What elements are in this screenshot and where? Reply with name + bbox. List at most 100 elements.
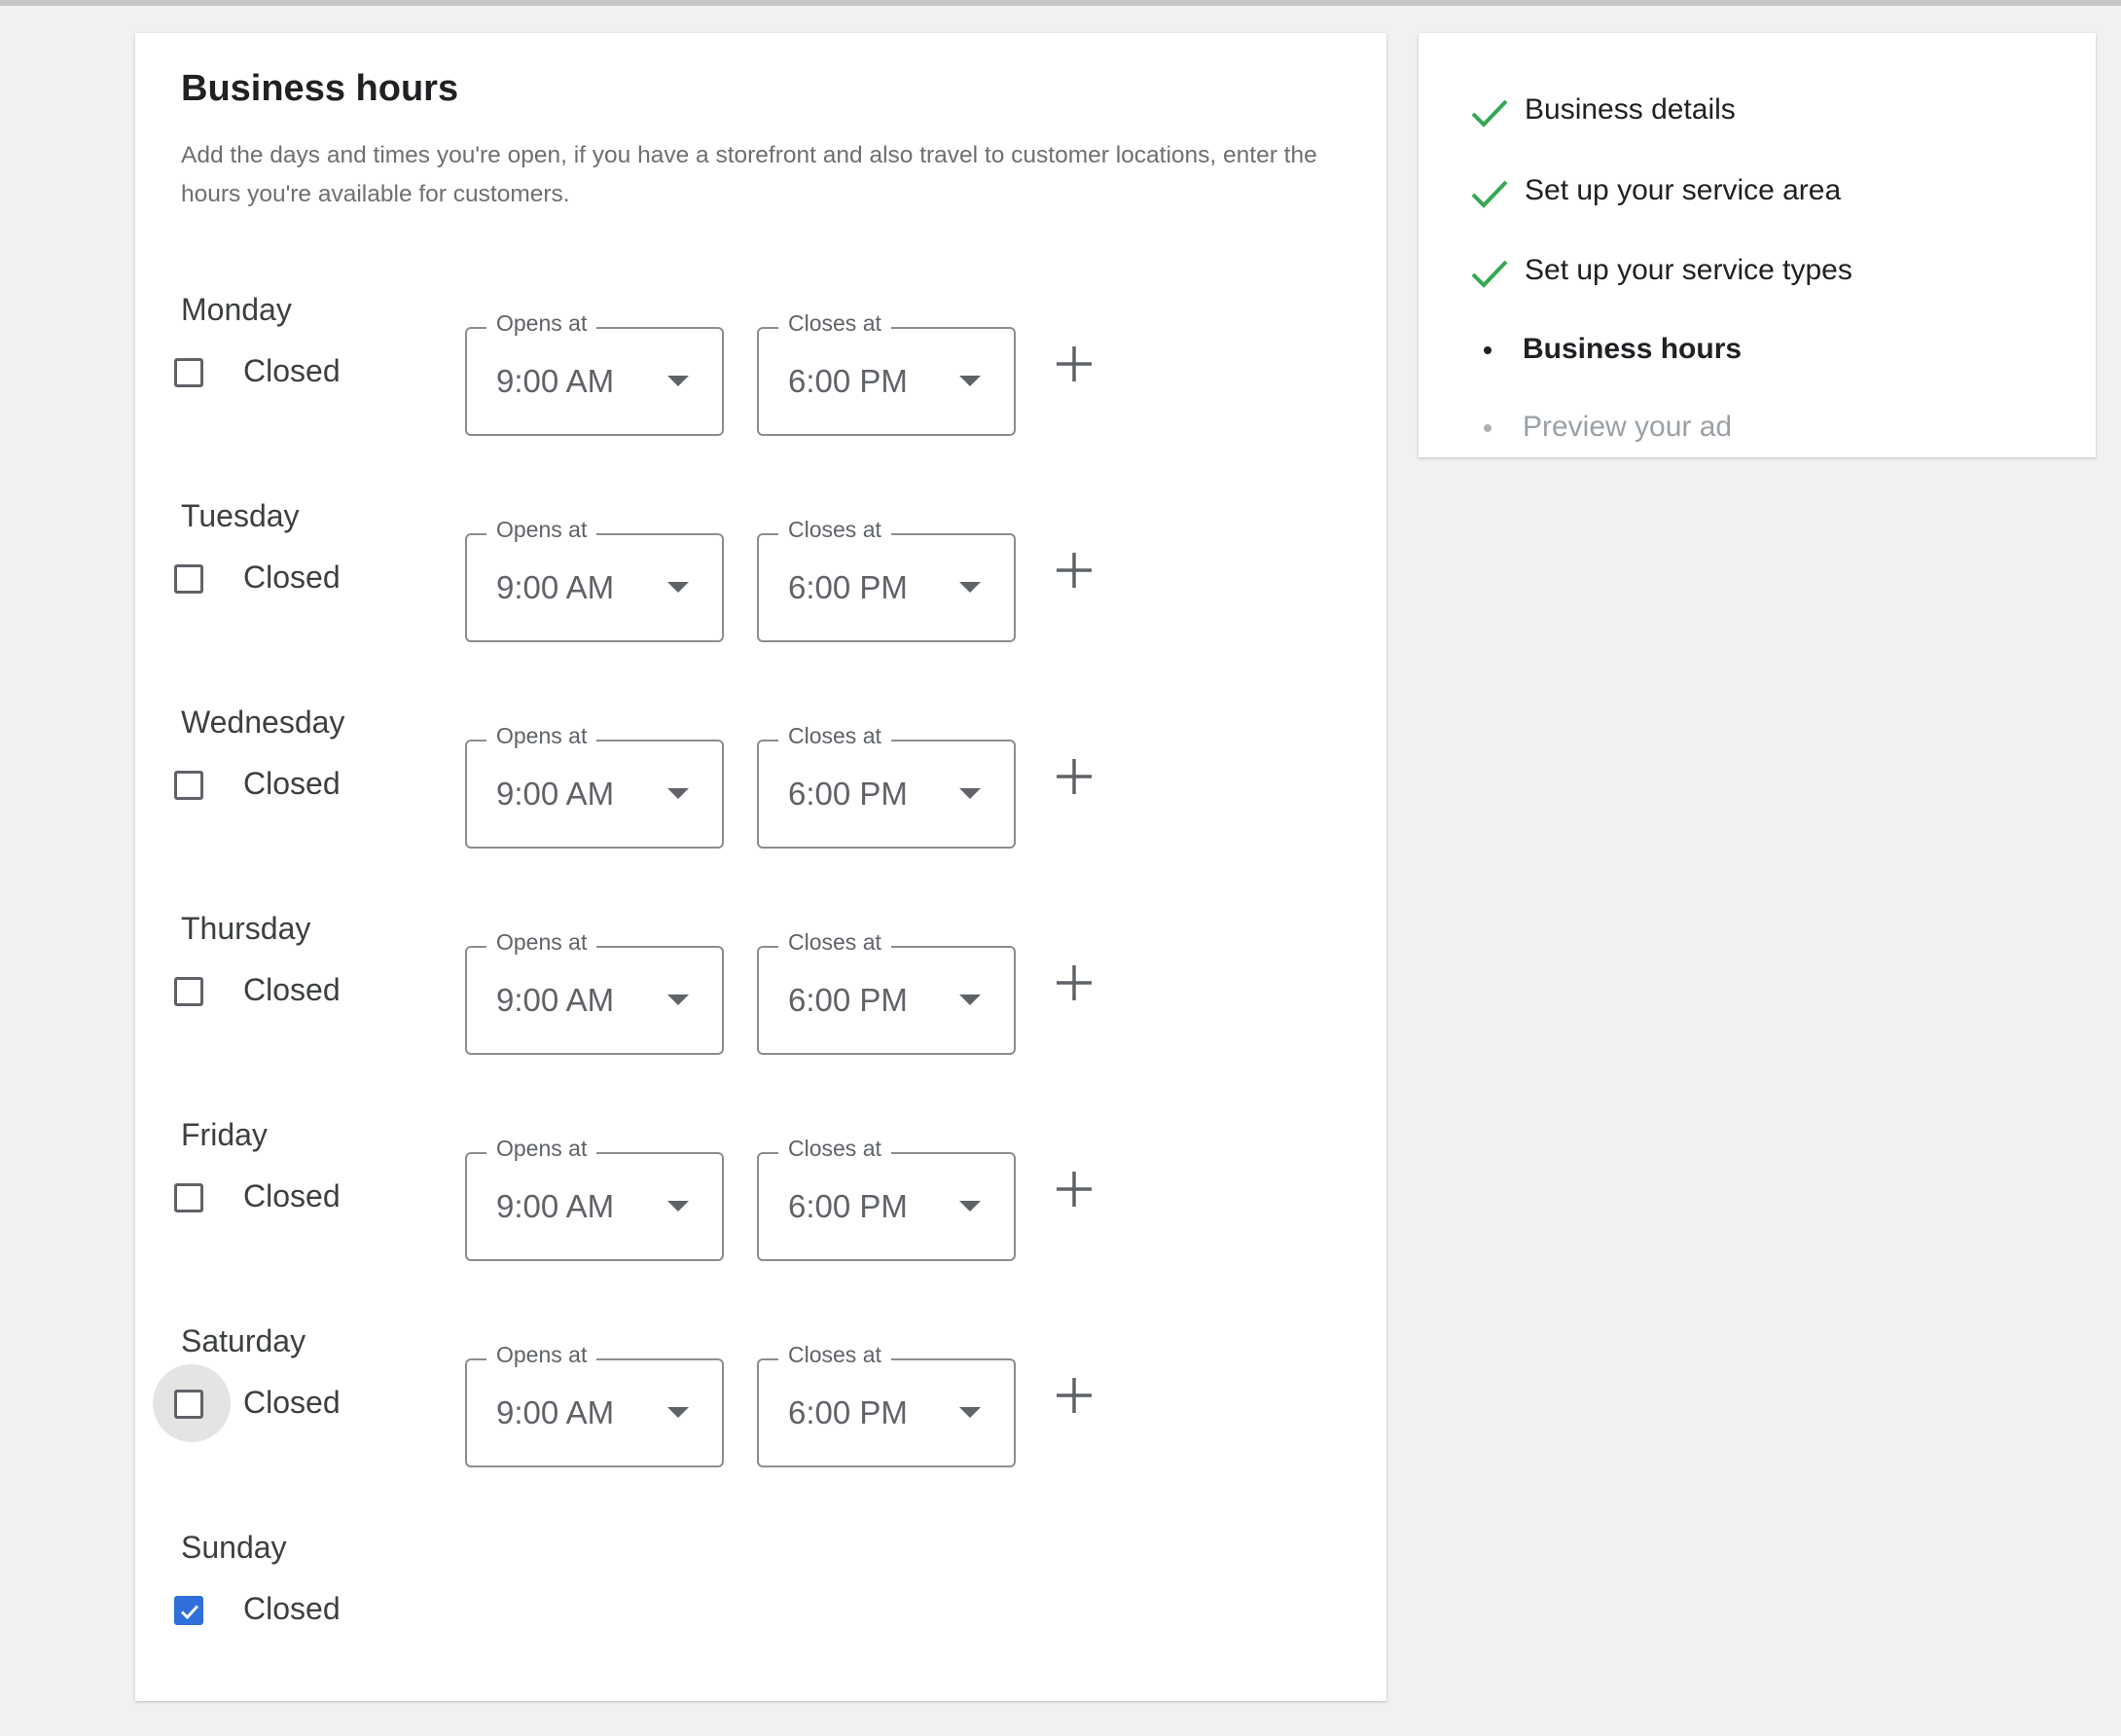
closes-at-select[interactable]: Closes at 6:00 PM bbox=[757, 1136, 1016, 1261]
day-row-sunday: Sunday Closed bbox=[135, 1530, 1386, 1736]
step-label: Preview your ad bbox=[1523, 411, 1733, 443]
opens-time-value: 9:00 AM bbox=[496, 569, 615, 605]
closes-time-value: 6:00 PM bbox=[788, 776, 908, 812]
day-name: Tuesday bbox=[181, 498, 300, 533]
closed-label: Closed bbox=[243, 560, 341, 595]
dropdown-arrow-icon bbox=[667, 788, 689, 799]
closes-at-select[interactable]: Closes at 6:00 PM bbox=[757, 929, 1016, 1055]
plus-icon[interactable] bbox=[1049, 1164, 1099, 1214]
closes-at-select[interactable]: Closes at 6:00 PM bbox=[757, 723, 1016, 849]
closed-checkbox[interactable] bbox=[174, 564, 203, 594]
plus-icon[interactable] bbox=[1049, 958, 1099, 1008]
opens-time-value: 9:00 AM bbox=[496, 982, 615, 1018]
progress-step: Business details bbox=[1419, 86, 2096, 144]
opens-at-select[interactable]: Opens at 9:00 AM bbox=[465, 723, 724, 849]
closed-checkbox[interactable] bbox=[174, 771, 203, 800]
day-row-tuesday: Tuesday Closed Opens at 9:00 AM Closes at… bbox=[135, 498, 1386, 705]
progress-step: Set up your service area bbox=[1419, 166, 2096, 225]
page-description: Add the days and times you're open, if y… bbox=[181, 142, 1317, 207]
opens-at-label: Opens at bbox=[486, 1136, 597, 1162]
day-row-saturday: Saturday Closed Opens at 9:00 AM Closes a… bbox=[135, 1323, 1386, 1530]
closed-toggle[interactable]: Closed bbox=[174, 1163, 447, 1231]
business-hours-card: Business hours Add the days and times yo… bbox=[135, 33, 1386, 1701]
day-row-wednesday: Wednesday Closed Opens at 9:00 AM Closes … bbox=[135, 705, 1386, 911]
plus-icon[interactable] bbox=[1049, 751, 1099, 802]
dropdown-arrow-icon bbox=[959, 788, 981, 799]
progress-panel: Business details Set up your service are… bbox=[1419, 33, 2096, 457]
opens-at-select[interactable]: Opens at 9:00 AM bbox=[465, 929, 724, 1055]
closes-at-label: Closes at bbox=[778, 723, 891, 749]
closes-at-select[interactable]: Closes at 6:00 PM bbox=[757, 310, 1016, 436]
dropdown-arrow-icon bbox=[667, 376, 689, 386]
check-icon bbox=[1471, 260, 1508, 288]
plus-icon[interactable] bbox=[1049, 1370, 1099, 1421]
progress-step: Set up your service types bbox=[1419, 246, 2096, 305]
dropdown-arrow-icon bbox=[667, 1407, 689, 1418]
closes-time-value: 6:00 PM bbox=[788, 1394, 908, 1430]
dropdown-arrow-icon bbox=[667, 582, 689, 593]
opens-at-select[interactable]: Opens at 9:00 AM bbox=[465, 517, 724, 642]
step-label: Set up your service area bbox=[1525, 174, 1842, 206]
opens-at-label: Opens at bbox=[486, 723, 597, 749]
check-icon bbox=[1471, 180, 1508, 208]
opens-at-label: Opens at bbox=[486, 929, 597, 956]
opens-at-label: Opens at bbox=[486, 517, 597, 543]
dropdown-arrow-icon bbox=[959, 1407, 981, 1418]
opens-at-label: Opens at bbox=[486, 310, 597, 337]
closed-toggle[interactable]: Closed bbox=[174, 1575, 447, 1644]
opens-at-label: Opens at bbox=[486, 1342, 597, 1368]
day-name: Friday bbox=[181, 1117, 268, 1152]
opens-time-value: 9:00 AM bbox=[496, 776, 615, 812]
check-icon bbox=[1471, 99, 1508, 127]
day-name: Monday bbox=[181, 292, 292, 327]
opens-at-select[interactable]: Opens at 9:00 AM bbox=[465, 1136, 724, 1261]
page-title: Business hours bbox=[181, 68, 459, 109]
top-bar bbox=[0, 0, 2121, 6]
step-label: Set up your service types bbox=[1525, 254, 1852, 286]
closes-time-value: 6:00 PM bbox=[788, 569, 908, 605]
day-row-monday: Monday Closed Opens at 9:00 AM Closes at … bbox=[135, 292, 1386, 498]
day-row-friday: Friday Closed Opens at 9:00 AM Closes at … bbox=[135, 1117, 1386, 1323]
day-name: Saturday bbox=[181, 1323, 306, 1358]
closes-at-select[interactable]: Closes at 6:00 PM bbox=[757, 1342, 1016, 1467]
opens-time-value: 9:00 AM bbox=[496, 363, 615, 399]
checkmark-icon bbox=[180, 1605, 199, 1620]
opens-at-select[interactable]: Opens at 9:00 AM bbox=[465, 310, 724, 436]
closed-label: Closed bbox=[243, 353, 341, 388]
closed-checkbox[interactable] bbox=[174, 1390, 203, 1419]
plus-icon[interactable] bbox=[1049, 545, 1099, 596]
closed-label: Closed bbox=[243, 1385, 341, 1420]
dropdown-arrow-icon bbox=[667, 1201, 689, 1212]
closed-checkbox[interactable] bbox=[174, 358, 203, 387]
closes-at-label: Closes at bbox=[778, 1136, 891, 1162]
closes-time-value: 6:00 PM bbox=[788, 1188, 908, 1224]
opens-time-value: 9:00 AM bbox=[496, 1188, 615, 1224]
plus-icon[interactable] bbox=[1049, 339, 1099, 389]
progress-step: Preview your ad bbox=[1419, 403, 2096, 461]
bullet-icon bbox=[1484, 424, 1492, 432]
step-label: Business details bbox=[1525, 93, 1736, 126]
closed-toggle[interactable]: Closed bbox=[174, 957, 447, 1025]
closes-at-label: Closes at bbox=[778, 929, 891, 956]
opens-at-select[interactable]: Opens at 9:00 AM bbox=[465, 1342, 724, 1467]
closed-toggle[interactable]: Closed bbox=[153, 1364, 447, 1442]
closed-label: Closed bbox=[243, 1591, 341, 1626]
closes-at-label: Closes at bbox=[778, 1342, 891, 1368]
closed-toggle[interactable]: Closed bbox=[174, 750, 447, 818]
closed-toggle[interactable]: Closed bbox=[174, 338, 447, 406]
closed-checkbox[interactable] bbox=[174, 1596, 203, 1625]
day-name: Wednesday bbox=[181, 705, 345, 740]
dropdown-arrow-icon bbox=[959, 1201, 981, 1212]
closes-at-select[interactable]: Closes at 6:00 PM bbox=[757, 517, 1016, 642]
closed-toggle[interactable]: Closed bbox=[174, 544, 447, 612]
closes-at-label: Closes at bbox=[778, 517, 891, 543]
bullet-icon bbox=[1484, 346, 1492, 354]
closed-checkbox[interactable] bbox=[174, 977, 203, 1006]
dropdown-arrow-icon bbox=[667, 995, 689, 1005]
dropdown-arrow-icon bbox=[959, 582, 981, 593]
opens-time-value: 9:00 AM bbox=[496, 1394, 615, 1430]
dropdown-arrow-icon bbox=[959, 376, 981, 386]
step-label: Business hours bbox=[1523, 333, 1743, 365]
closed-checkbox[interactable] bbox=[174, 1183, 203, 1212]
closed-label: Closed bbox=[243, 766, 341, 801]
